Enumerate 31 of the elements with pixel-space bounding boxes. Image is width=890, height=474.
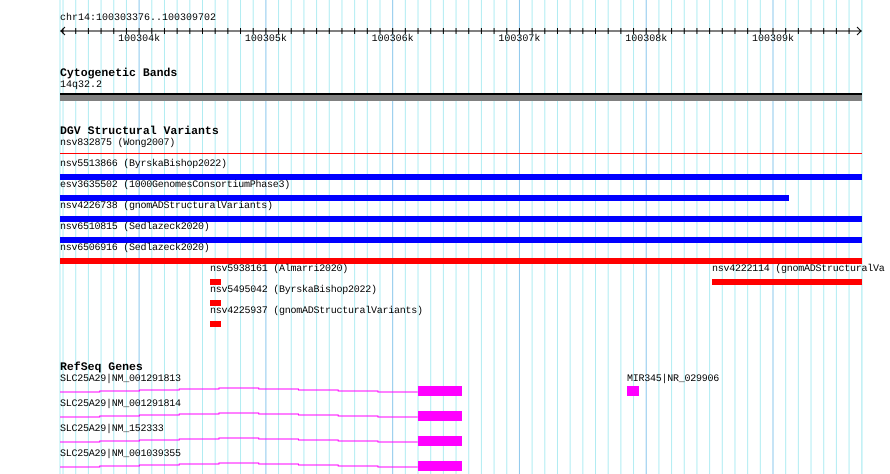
ruler-tick-label: 100308k bbox=[625, 34, 668, 46]
ruler-tick-label: 100304k bbox=[118, 34, 160, 46]
track-title: Cytogenetic Bands bbox=[60, 68, 178, 80]
variant-bar[interactable] bbox=[210, 279, 222, 285]
ruler-tick-label: 100307k bbox=[498, 34, 540, 46]
feature-label: nsv5513866 (ByrskaBishop2022) bbox=[60, 159, 227, 171]
ruler-tick-label: 100306k bbox=[372, 34, 414, 46]
feature-label: SLC25A29|NM_001291814 bbox=[60, 399, 181, 411]
feature-label: SLC25A29|NM_001291813 bbox=[60, 374, 181, 386]
feature-label: nsv6506916 (Sedlazeck2020) bbox=[60, 243, 210, 255]
feature-label: nsv6510815 (Sedlazeck2020) bbox=[60, 222, 210, 234]
variant-bar[interactable] bbox=[210, 300, 222, 306]
feature-label: esv3635502 (1000GenomesConsortiumPhase3) bbox=[60, 180, 290, 192]
feature-label: nsv5938161 (Almarri2020) bbox=[210, 264, 348, 276]
feature-label: nsv4222114 (gnomADStructuralVa bbox=[712, 264, 885, 276]
region-label: chr14:100303376..100309702 bbox=[60, 13, 216, 25]
variant-line[interactable] bbox=[60, 153, 862, 154]
track-title: RefSeq Genes bbox=[60, 362, 143, 374]
ruler-tick-label: 100305k bbox=[244, 34, 287, 46]
feature-label: MIR345|NR_029906 bbox=[627, 374, 720, 386]
variant-bar[interactable] bbox=[210, 321, 222, 327]
feature-label: nsv832875 (Wong2007) bbox=[60, 138, 176, 150]
ruler-tick-label: 100309k bbox=[752, 34, 794, 46]
track-title: DGV Structural Variants bbox=[60, 126, 220, 138]
feature-label: SLC25A29|NM_152333 bbox=[60, 424, 164, 436]
feature-label: nsv5495042 (ByrskaBishop2022) bbox=[210, 285, 377, 297]
feature-label: nsv4225937 (gnomADStructuralVariants) bbox=[210, 306, 423, 318]
feature-label: SLC25A29|NM_001039355 bbox=[60, 449, 181, 461]
band-label: 14q32.2 bbox=[60, 80, 102, 92]
exon-block[interactable] bbox=[627, 386, 640, 396]
feature-label: nsv4226738 (gnomADStructuralVariants) bbox=[60, 201, 273, 213]
